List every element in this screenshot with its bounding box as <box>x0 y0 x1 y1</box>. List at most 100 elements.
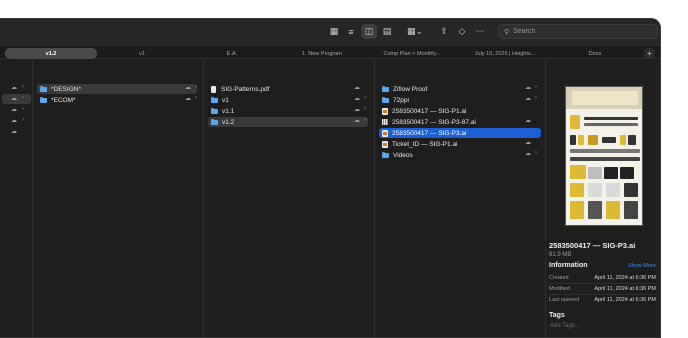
item-label: 2583500417 — SIG-P3.ai <box>392 129 467 137</box>
item-label: 2583500417 — SIG-P1.ai <box>392 107 467 115</box>
tab-bar: v1.2 v1 E.A. 1. New Program Comp Plan > … <box>0 45 660 59</box>
illustrator-thumbnail-icon <box>382 119 388 125</box>
chevron-right-icon: › <box>535 95 537 101</box>
cloud-download-icon[interactable]: ☁ <box>354 106 360 113</box>
tab-v1[interactable]: v1 <box>98 48 186 59</box>
cloud-download-icon[interactable]: ☁ <box>11 128 17 135</box>
preview-filename: 2583500417 — SIG-P3.ai <box>549 241 636 250</box>
tab-comp-plan[interactable]: Comp Plan > Monthly... <box>368 48 456 59</box>
list-view-icon[interactable]: ≡ <box>343 24 359 39</box>
list-item[interactable]: *DESIGN* <box>37 84 197 94</box>
cloud-download-icon[interactable]: ☁ <box>525 139 531 146</box>
folder-icon <box>40 96 47 103</box>
divider <box>549 283 657 284</box>
list-item[interactable]: SIG-Patterns.pdf <box>208 84 368 94</box>
chevron-right-icon: › <box>535 84 537 90</box>
add-tags-field[interactable]: Add Tags... <box>550 323 580 329</box>
new-tab-button[interactable]: + <box>644 48 655 59</box>
chevron-right-icon: › <box>22 84 24 90</box>
chevron-right-icon: › <box>22 117 24 123</box>
item-label: 2583500417 — SIG-P3-87.ai <box>392 118 476 126</box>
list-item[interactable]: 72ppi <box>379 95 541 105</box>
modified-value: April 11, 2024 at 6:36 PM <box>594 286 656 292</box>
preview-file-size: 81.9 MB <box>549 252 572 258</box>
cloud-download-icon[interactable]: ☁ <box>11 95 17 102</box>
gallery-view-icon[interactable]: ▤ <box>379 24 395 39</box>
chevron-right-icon: › <box>364 95 366 101</box>
list-item[interactable]: Videos <box>379 150 541 160</box>
folder-icon <box>211 118 218 125</box>
item-label: v1.2 <box>222 118 235 126</box>
item-label: Videos <box>393 151 413 159</box>
created-value: April 11, 2024 at 6:36 PM <box>594 275 656 281</box>
created-label: Created <box>549 275 569 281</box>
search-input[interactable] <box>513 28 644 35</box>
list-item[interactable]: 2583500417 — SIG-P3-87.ai <box>379 117 541 127</box>
last-opened-label: Last opened <box>549 297 580 303</box>
search-icon: ⚲ <box>504 28 510 36</box>
column-view-icon[interactable]: ◫ <box>361 24 377 39</box>
folder-icon <box>382 151 389 158</box>
chevron-right-icon: › <box>535 150 537 156</box>
cloud-download-icon[interactable]: ☁ <box>354 117 360 124</box>
share-icon[interactable]: ⇧ <box>436 24 452 39</box>
cloud-download-icon[interactable]: ☁ <box>185 95 191 102</box>
chevron-right-icon: › <box>195 95 197 101</box>
item-label: *ECOM* <box>51 96 76 104</box>
tab-ea[interactable]: E.A. <box>188 48 276 59</box>
last-opened-value: April 11, 2024 at 6:36 PM <box>594 297 656 303</box>
list-item[interactable]: *ECOM* <box>37 95 197 105</box>
cloud-download-icon[interactable]: ☁ <box>185 84 191 91</box>
search-field[interactable]: ⚲ <box>498 24 658 39</box>
pdf-file-icon <box>211 85 216 93</box>
divider <box>549 294 657 295</box>
tab-july-heights[interactable]: July 10, 2025 | Heights... <box>458 48 552 59</box>
tab-docs[interactable]: Docs <box>554 48 636 59</box>
file-preview-thumbnail <box>565 86 643 226</box>
item-label: 72ppi <box>393 96 409 104</box>
illustrator-file-icon <box>382 129 388 137</box>
illustrator-file-icon <box>382 107 388 115</box>
item-label: v1.1 <box>222 107 235 115</box>
icon-view-grid-icon[interactable]: ▦ <box>326 24 342 39</box>
item-label: Ticket_ID — SIG-P1.ai <box>392 140 458 148</box>
column-3: SIG-Patterns.pdf ☁ v1 ☁ › v1.1 ☁ › v1.2 … <box>204 60 375 337</box>
more-icon[interactable]: ⋯ <box>472 24 488 39</box>
list-item[interactable]: v1.1 <box>208 106 368 116</box>
illustrator-file-icon <box>382 140 388 148</box>
cloud-download-icon[interactable]: ☁ <box>11 117 17 124</box>
tab-v1-2[interactable]: v1.2 <box>5 48 97 59</box>
item-label: v1 <box>222 96 229 104</box>
list-item[interactable]: v1.2 <box>208 117 368 127</box>
folder-icon <box>382 85 389 92</box>
cloud-download-icon[interactable]: ☁ <box>11 106 17 113</box>
cloud-download-icon[interactable]: ☁ <box>525 84 531 91</box>
cloud-download-icon[interactable]: ☁ <box>354 84 360 91</box>
list-item[interactable]: 2583500417 — SIG-P1.ai <box>379 106 541 116</box>
column-1: ☁ › ☁ › ☁ › ☁ › ☁ <box>0 60 33 337</box>
cloud-download-icon[interactable]: ☁ <box>354 95 360 102</box>
item-label: *DESIGN* <box>51 85 81 93</box>
list-item[interactable]: Ticket_ID — SIG-P1.ai <box>379 139 541 149</box>
cloud-download-icon[interactable]: ☁ <box>525 150 531 157</box>
chevron-right-icon: › <box>364 117 366 123</box>
list-item[interactable]: 2583500417 — SIG-P3.ai <box>379 128 541 138</box>
cloud-download-icon[interactable]: ☁ <box>525 117 531 124</box>
chevron-right-icon: › <box>22 106 24 112</box>
group-icon[interactable]: ▦⌄ <box>404 24 426 39</box>
folder-icon <box>382 96 389 103</box>
tab-new-program[interactable]: 1. New Program <box>278 48 366 59</box>
toolbar: ▦ ≡ ◫ ▤ ▦⌄ ⇧ ◇ ⋯ ⚲ <box>0 19 660 45</box>
tags-heading: Tags <box>549 312 565 319</box>
list-item[interactable]: v1 <box>208 95 368 105</box>
item-label: Ziflow Proof <box>393 85 428 93</box>
chevron-right-icon: › <box>195 84 197 90</box>
finder-window: ▦ ≡ ◫ ▤ ▦⌄ ⇧ ◇ ⋯ ⚲ v1.2 v1 E.A. 1. New P… <box>0 18 661 338</box>
cloud-download-icon[interactable]: ☁ <box>11 84 17 91</box>
list-item[interactable]: Ziflow Proof <box>379 84 541 94</box>
show-more-link[interactable]: Show More <box>628 263 656 269</box>
tag-icon[interactable]: ◇ <box>454 24 470 39</box>
chevron-right-icon: › <box>22 95 24 101</box>
cloud-download-icon[interactable]: ☁ <box>525 95 531 102</box>
item-label: SIG-Patterns.pdf <box>221 85 270 93</box>
